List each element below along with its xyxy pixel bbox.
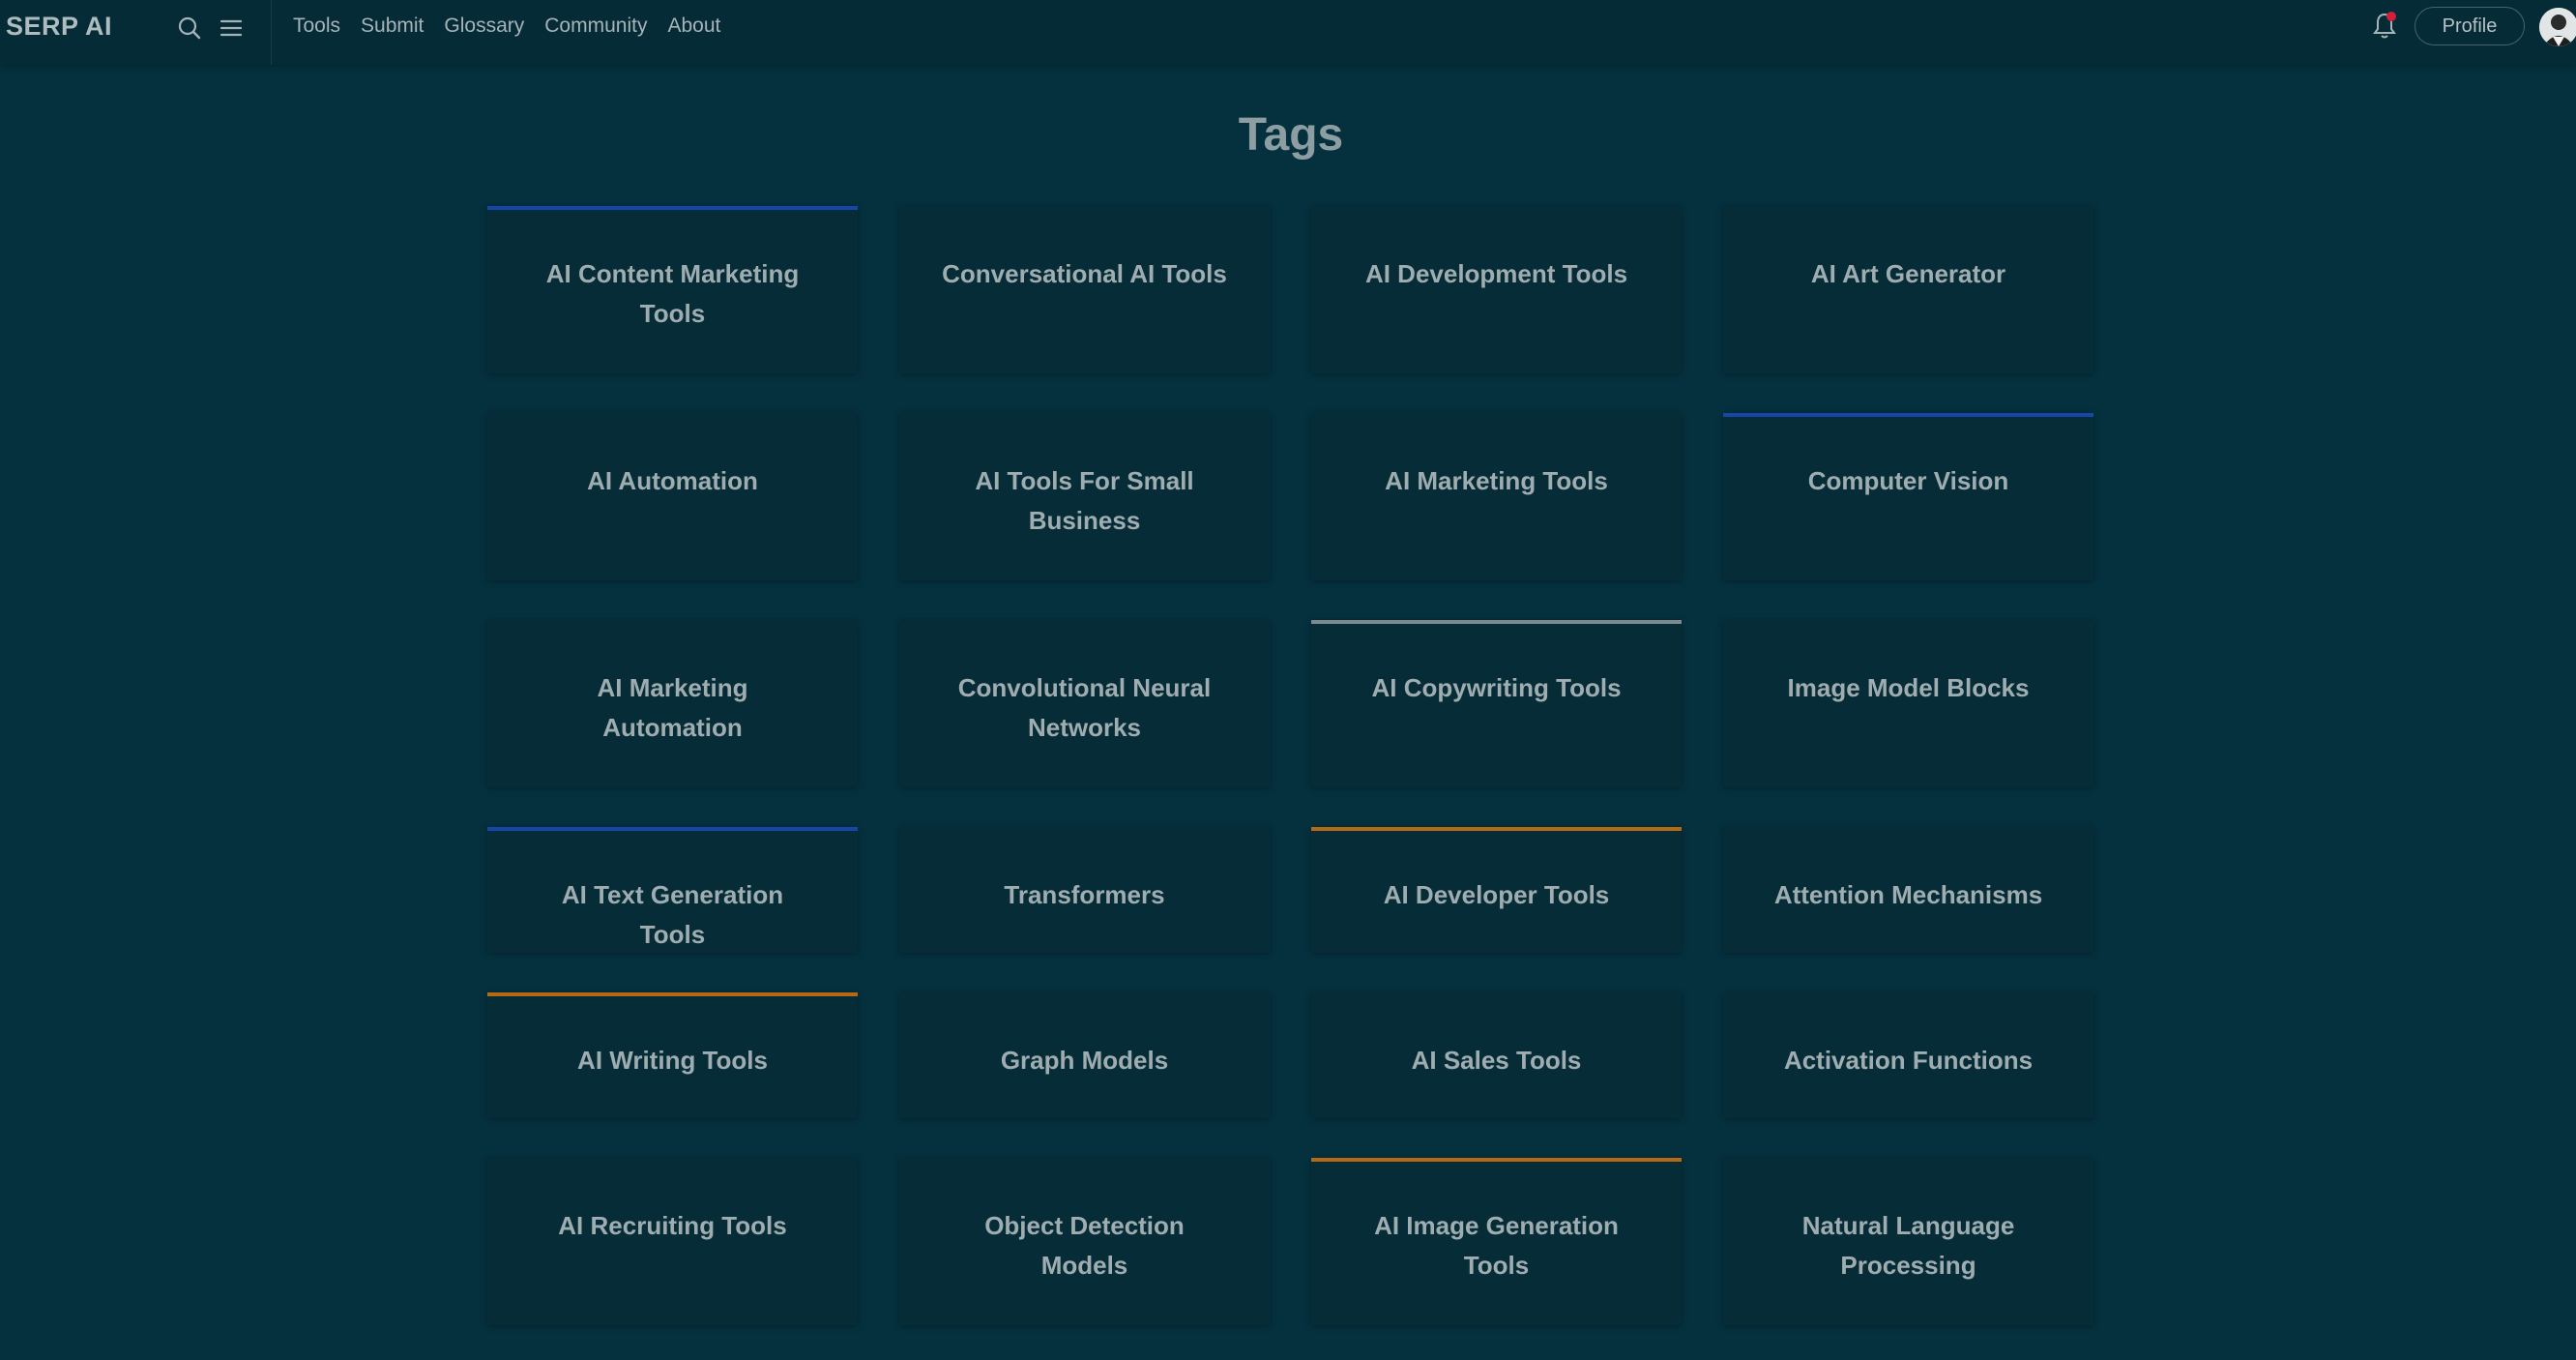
tag-card-label: Computer Vision [1807,466,2009,495]
nav-link-tools[interactable]: Tools [293,15,340,38]
tag-card-label: Graph Models [1000,1046,1169,1075]
tag-card[interactable]: AI Content Marketing Tools [487,206,858,373]
tag-card-label: AI Image Generation Tools [1374,1211,1619,1280]
tag-card-label: AI Marketing Tools [1385,466,1608,495]
tag-card[interactable]: Attention Mechanisms [1723,827,2093,953]
brand-logo[interactable]: SERP AI [6,12,112,42]
tag-card[interactable]: Convolutional Neural Networks [899,620,1270,787]
tag-card[interactable]: AI Marketing Automation [487,620,858,787]
tag-card[interactable]: AI Writing Tools [487,992,858,1118]
nav-link-about[interactable]: About [667,15,720,38]
tag-card[interactable]: AI Developer Tools [1311,827,1682,953]
search-icon[interactable] [173,12,206,44]
tag-card-label: Activation Functions [1783,1046,2034,1075]
tag-card-label: AI Art Generator [1810,259,2006,288]
tag-card[interactable]: AI Recruiting Tools [487,1158,858,1325]
tag-card-label: Image Model Blocks [1787,673,2030,702]
tag-card-label: AI Automation [587,466,758,495]
page-title: Tags [1238,109,1344,161]
tag-card[interactable]: AI Image Generation Tools [1311,1158,1682,1325]
tag-card-label: AI Recruiting Tools [558,1211,787,1240]
tag-card-label: Object Detection Models [984,1211,1185,1280]
nav-divider [271,0,272,65]
tag-card-label: AI Writing Tools [577,1046,768,1075]
tag-card[interactable]: AI Copywriting Tools [1311,620,1682,787]
nav-link-glossary[interactable]: Glossary [444,15,524,38]
tag-card[interactable]: Natural Language Processing [1723,1158,2093,1325]
tag-card[interactable]: Graph Models [899,992,1270,1118]
tag-card-label: AI Copywriting Tools [1371,673,1622,702]
tag-card[interactable]: AI Tools For Small Business [899,413,1270,580]
tag-card[interactable]: AI Text Generation Tools [487,827,858,953]
tag-card-label: Transformers [1004,880,1165,909]
notification-dot [2386,12,2396,21]
tag-card-label: Conversational AI Tools [942,259,1227,288]
notification-bell-icon[interactable] [2368,10,2401,43]
tag-card-label: Convolutional Neural Networks [957,673,1212,742]
tag-card[interactable]: AI Development Tools [1311,206,1682,373]
top-navigation-bar: SERP AI Tools Submit Glossary Community … [0,0,2576,65]
tags-grid: AI Content Marketing Tools Conversational… [487,206,2096,1325]
tag-card-label: Attention Mechanisms [1773,880,2043,909]
tag-card[interactable]: Object Detection Models [899,1158,1270,1325]
tag-card[interactable]: AI Sales Tools [1311,992,1682,1118]
tag-card-label: AI Developer Tools [1383,880,1610,909]
tag-card[interactable]: Activation Functions [1723,992,2093,1118]
tag-card-label: AI Sales Tools [1411,1046,1582,1075]
nav-link-community[interactable]: Community [544,15,647,38]
tag-card-label: AI Tools For Small Business [975,466,1194,535]
tag-card-label: AI Content Marketing Tools [545,259,800,328]
tag-card[interactable]: Transformers [899,827,1270,953]
tag-card-label: AI Marketing Automation [597,673,748,742]
menu-icon[interactable] [215,12,248,44]
tag-card[interactable]: Computer Vision [1723,413,2093,580]
tag-card[interactable]: AI Art Generator [1723,206,2093,373]
tag-card-label: AI Text Generation Tools [561,880,784,949]
tag-card-label: Natural Language Processing [1801,1211,2015,1280]
tag-card[interactable]: AI Marketing Tools [1311,413,1682,580]
tag-card[interactable]: AI Automation [487,413,858,580]
profile-button[interactable]: Profile [2415,7,2525,45]
tag-card-label: AI Development Tools [1364,259,1628,288]
tag-card[interactable]: Conversational AI Tools [899,206,1270,373]
tag-card[interactable]: Image Model Blocks [1723,620,2093,787]
main-nav: Tools Submit Glossary Community About [293,15,741,38]
user-avatar[interactable] [2539,8,2576,46]
nav-link-submit[interactable]: Submit [361,15,424,38]
